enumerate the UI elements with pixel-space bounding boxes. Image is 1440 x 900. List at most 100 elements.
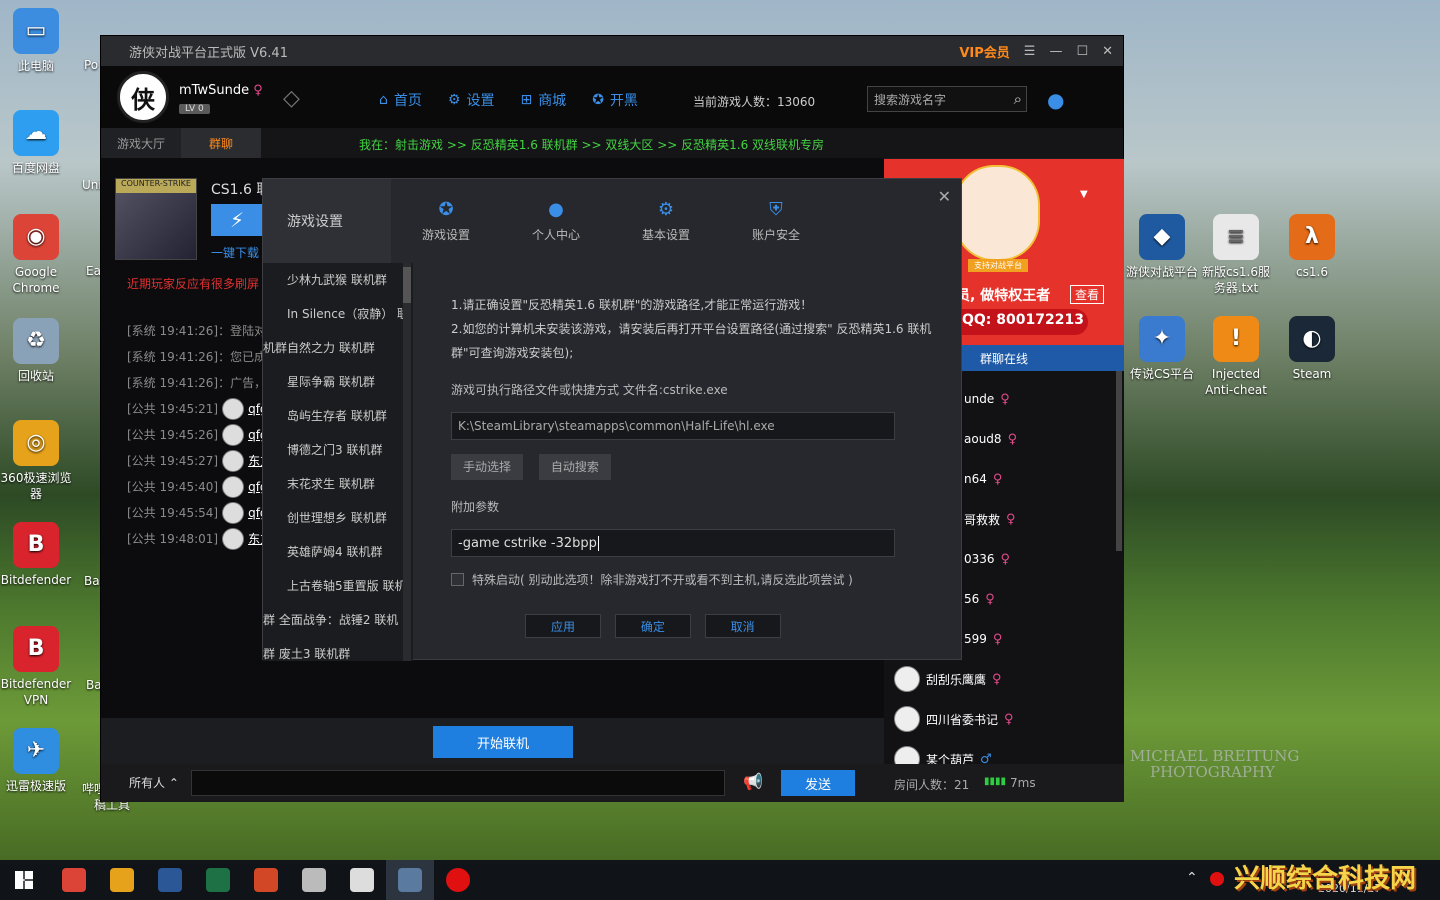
chat-avatar[interactable] — [222, 424, 245, 446]
desktop-icon[interactable]: ◆ 游侠对战平台 — [1126, 214, 1198, 280]
shield-icon: ⛨ — [769, 199, 783, 220]
nav-1[interactable]: ⚙ 设置 — [448, 90, 495, 110]
desktop-icon[interactable]: ✦ 传说CS平台 — [1126, 316, 1198, 382]
title-bar[interactable]: 游侠对战平台正式版 V6.41 VIP会员 ☰ — ☐ ✕ — [101, 36, 1123, 66]
tray-record-icon[interactable] — [1210, 872, 1224, 886]
chrome-icon[interactable] — [50, 860, 98, 900]
chat-time: [公共 19:48:01] — [127, 532, 219, 546]
calculator-icon[interactable] — [338, 860, 386, 900]
browser360-icon[interactable] — [98, 860, 146, 900]
desktop-icon[interactable]: ◉ Google Chrome — [0, 214, 72, 296]
member-item[interactable]: 刮刮乐鹰鹰 ♀ — [884, 659, 1124, 699]
exe-path-field[interactable]: K:\SteamLibrary\steamapps\common\Half-Li… — [451, 412, 895, 440]
female-icon: ♀ — [992, 631, 1003, 647]
dialog-tab-2[interactable]: ⚙ 基本设置 — [611, 179, 721, 263]
group-list-item[interactable]: 群 全面战争：战锤2 联机 — [263, 603, 403, 637]
desktop-icon[interactable]: ◐ Steam — [1276, 316, 1348, 382]
maximize-icon[interactable]: ☐ — [1076, 44, 1088, 59]
nav-2[interactable]: ⊞ 商城 — [520, 90, 566, 110]
group-list-item[interactable]: 创世理想乡 联机群 — [263, 501, 403, 535]
user-avatar[interactable]: 侠 — [117, 71, 169, 123]
checkbox-box[interactable] — [451, 573, 464, 586]
tray-chevron-icon[interactable]: ⌃ — [1186, 870, 1198, 886]
desktop-icon[interactable]: B Bitdefender — [0, 522, 72, 588]
tab-lobby[interactable]: 游戏大厅 — [101, 128, 181, 158]
menu-icon[interactable]: ☰ — [1024, 44, 1036, 59]
chat-avatar[interactable] — [222, 476, 245, 498]
nav-3[interactable]: ✪ 开黑 — [592, 90, 638, 110]
speaker-icon[interactable]: 📢 — [743, 772, 763, 791]
scope-select[interactable]: 所有人 ⌃ — [129, 774, 179, 791]
tab-group-chat[interactable]: 群聊 — [181, 128, 261, 158]
app-icon[interactable] — [290, 860, 338, 900]
partial-icon-po[interactable]: Po — [84, 58, 98, 72]
chat-avatar[interactable] — [222, 528, 245, 550]
group-list-scrollbar[interactable] — [403, 263, 411, 661]
user-icon[interactable]: ● — [1047, 88, 1064, 112]
desktop-icon[interactable]: ▭ 此电脑 — [0, 8, 72, 74]
partial-icon-ba[interactable]: Ba — [84, 574, 100, 588]
chat-time: [公共 19:45:54] — [127, 506, 219, 520]
chat-avatar[interactable] — [222, 502, 245, 524]
close-icon[interactable]: ✕ — [1102, 44, 1113, 59]
powerpoint-icon[interactable] — [242, 860, 290, 900]
start-online-button[interactable]: 开始联机 — [433, 726, 573, 758]
send-button[interactable]: 发送 — [781, 770, 855, 796]
minimize-icon[interactable]: — — [1049, 44, 1062, 59]
member-item[interactable]: 四川省委书记 ♀ — [884, 699, 1124, 739]
dialog-tab-0[interactable]: ✪ 游戏设置 — [391, 179, 501, 263]
group-list-item[interactable]: 博德之门3 联机群 — [263, 433, 403, 467]
app-icon: ◉ — [13, 214, 59, 260]
message-input[interactable] — [191, 770, 725, 796]
cancel-button[interactable]: 取消 — [704, 614, 781, 638]
search-input[interactable]: 搜索游戏名字 ⌕ — [867, 86, 1027, 112]
group-list-item[interactable]: 少林九武猴 联机群 — [263, 263, 403, 297]
partial-icon-uni[interactable]: Uni — [82, 178, 102, 192]
desktop-icon[interactable]: ☁ 百度网盘 — [0, 110, 72, 176]
download-button[interactable]: ⚡ — [211, 204, 263, 236]
chat-avatar[interactable] — [222, 398, 245, 420]
group-list-item[interactable]: 星际争霸 联机群 — [263, 365, 403, 399]
word-icon[interactable] — [146, 860, 194, 900]
partial-icon-ea[interactable]: Ea — [86, 264, 101, 278]
auto-search-button[interactable]: 自动搜索 — [538, 454, 611, 480]
close-icon[interactable]: ✕ — [938, 187, 951, 206]
start-button[interactable] — [0, 860, 48, 900]
nav-0[interactable]: ⌂ 首页 — [379, 90, 422, 110]
group-list-item[interactable]: In Silence（寂静） 联 — [263, 297, 403, 331]
vip-link[interactable]: VIP会员 — [959, 42, 1009, 61]
desktop-icon[interactable]: λ cs1.6 — [1276, 214, 1348, 280]
dialog-tab-1[interactable]: ● 个人中心 — [501, 179, 611, 263]
excel-icon[interactable] — [194, 860, 242, 900]
ok-button[interactable]: 确定 — [614, 614, 691, 638]
search-icon[interactable]: ⌕ — [1014, 90, 1022, 108]
ad-view-button[interactable]: 查看 — [1070, 285, 1105, 304]
desktop-icon[interactable]: ! Injected Anti-cheat — [1200, 316, 1272, 398]
desktop-icon[interactable]: B Bitdefender VPN — [0, 626, 72, 708]
member-scrollbar[interactable] — [1116, 371, 1122, 551]
group-list-item[interactable]: 上古卷轴5重置版 联机 — [263, 569, 403, 603]
youxia-icon[interactable] — [386, 860, 434, 900]
special-start-checkbox[interactable]: 特殊启动( 别动此选项！除非游戏打不开或看不到主机,请反选此项尝试 ) — [451, 571, 941, 588]
params-field[interactable]: -game cstrike -32bpp — [451, 529, 895, 557]
apply-button[interactable]: 应用 — [525, 614, 601, 638]
game-cover-image[interactable]: COUNTER-STRIKE — [115, 178, 197, 260]
desktop-icon[interactable]: ♻ 回收站 — [0, 318, 72, 384]
diamond-icon[interactable]: ◇ — [283, 86, 313, 111]
group-list-item[interactable]: 机群自然之力 联机群 — [263, 331, 403, 365]
desktop-icon[interactable]: ≡ 新版cs1.6服务器.txt — [1200, 214, 1272, 296]
desktop-icon-label: 传说CS平台 — [1130, 367, 1194, 381]
group-list-item[interactable]: 末花求生 联机群 — [263, 467, 403, 501]
record-icon[interactable] — [434, 860, 482, 900]
desktop-icon[interactable]: ◎ 360极速浏览器 — [0, 420, 72, 502]
group-list-item[interactable]: 群 废土3 联机群 — [263, 637, 403, 671]
dialog-tab-3[interactable]: ⛨ 账户安全 — [721, 179, 831, 263]
chat-avatar[interactable] — [222, 450, 245, 472]
group-list-item[interactable]: 英雄萨姆4 联机群 — [263, 535, 403, 569]
dropdown-arrow-icon[interactable]: ▼ — [1080, 189, 1088, 200]
group-list-item[interactable]: 岛屿生存者 联机群 — [263, 399, 403, 433]
username[interactable]: mTwSunde ♀ — [179, 83, 263, 98]
download-label[interactable]: 一键下载 — [211, 244, 259, 261]
desktop-icon[interactable]: ✈ 迅雷极速版 — [0, 728, 72, 794]
manual-select-button[interactable]: 手动选择 — [451, 454, 524, 480]
